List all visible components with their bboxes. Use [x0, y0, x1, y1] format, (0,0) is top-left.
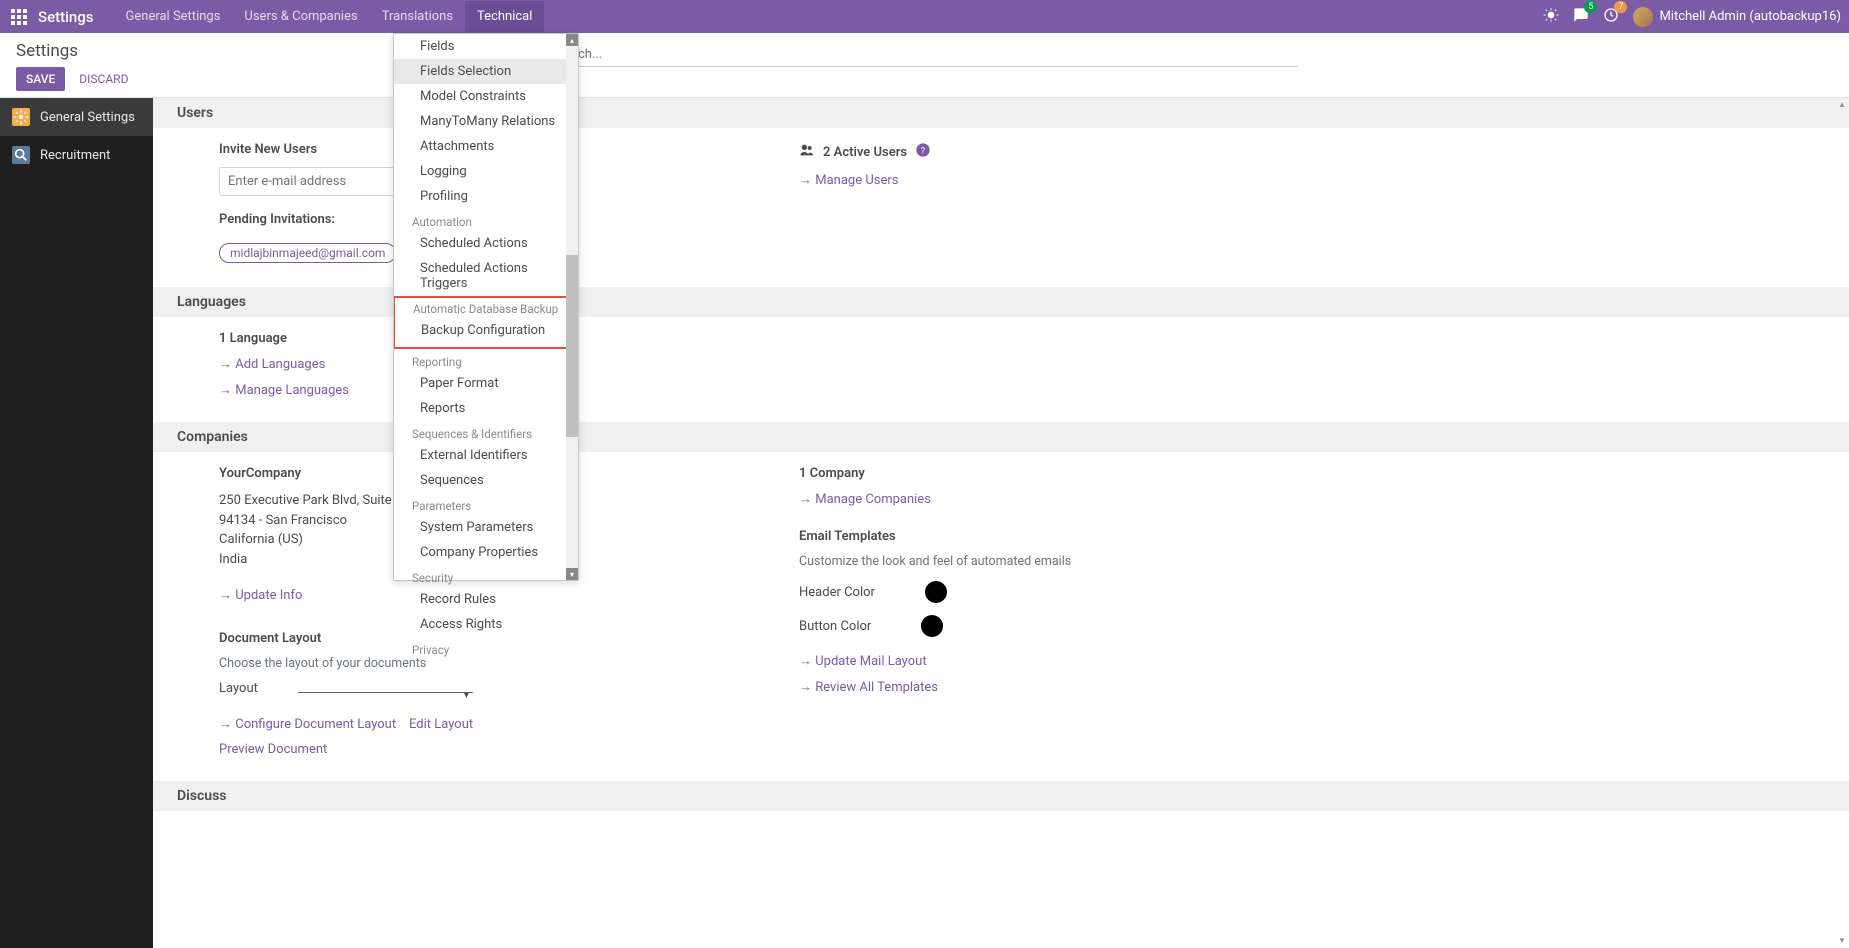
- dropdown-header: Automatic Database Backup: [395, 302, 577, 318]
- caret-down-icon: ▾: [464, 690, 469, 701]
- magnify-icon: [12, 146, 30, 164]
- user-name: Mitchell Admin (autobackup16): [1659, 9, 1841, 24]
- gear-icon: [12, 108, 30, 126]
- pending-email-chip[interactable]: midlajbinmajeed@gmail.com: [219, 243, 396, 263]
- scroll-down-icon[interactable]: ▾: [566, 568, 578, 580]
- active-users-label: 2 Active Users: [823, 145, 907, 160]
- section-discuss-header: Discuss: [153, 781, 1849, 811]
- edit-layout-link[interactable]: Edit Layout: [409, 717, 473, 732]
- dropdown-item[interactable]: ManyToMany Relations: [394, 109, 578, 134]
- dropdown-item[interactable]: Access Rights: [394, 612, 578, 637]
- activities-icon[interactable]: 7: [1603, 7, 1619, 27]
- update-mail-layout-link[interactable]: Update Mail Layout: [799, 654, 927, 669]
- manage-users-link[interactable]: Manage Users: [799, 173, 898, 188]
- page-scroll-up-icon[interactable]: ▴: [1835, 98, 1849, 112]
- app-title[interactable]: Settings: [38, 8, 94, 26]
- nav-users-companies[interactable]: Users & Companies: [232, 1, 369, 32]
- nav-translations[interactable]: Translations: [370, 1, 465, 32]
- sidebar-item-recruitment[interactable]: Recruitment: [0, 136, 153, 174]
- dropdown-item[interactable]: Profiling: [394, 184, 578, 209]
- dropdown-header: Automation: [394, 209, 578, 231]
- dropdown-header: Sequences & Identifiers: [394, 421, 578, 443]
- nav-menu: General Settings Users & Companies Trans…: [114, 1, 545, 32]
- dropdown-item[interactable]: System Parameters: [394, 515, 578, 540]
- save-button[interactable]: SAVE: [16, 67, 65, 91]
- dropdown-item[interactable]: Attachments: [394, 134, 578, 159]
- add-languages-link[interactable]: Add Languages: [219, 357, 325, 372]
- button-color-swatch[interactable]: [921, 615, 943, 637]
- dropdown-header: Parameters: [394, 493, 578, 515]
- avatar: [1633, 7, 1653, 27]
- user-menu[interactable]: Mitchell Admin (autobackup16): [1633, 7, 1841, 27]
- layout-select[interactable]: ▾: [298, 684, 473, 693]
- email-templates-sub: Customize the look and feel of automated…: [799, 554, 1179, 569]
- scrollbar-thumb[interactable]: [566, 255, 578, 438]
- dropdown-item[interactable]: Backup Configuration: [395, 318, 577, 343]
- nav-general-settings[interactable]: General Settings: [114, 1, 233, 32]
- help-icon[interactable]: ?: [915, 142, 931, 162]
- messages-badge: 5: [1584, 1, 1597, 13]
- dropdown-header: Privacy: [394, 637, 578, 659]
- header-color-label: Header Color: [799, 585, 875, 600]
- dropdown-item[interactable]: Logging: [394, 159, 578, 184]
- sidebar-item-label: General Settings: [40, 110, 135, 125]
- dropdown-item[interactable]: Fields Selection: [394, 59, 578, 84]
- highlighted-section: Automatic Database BackupBackup Configur…: [394, 296, 578, 349]
- bug-icon[interactable]: [1543, 7, 1559, 27]
- review-templates-link[interactable]: Review All Templates: [799, 680, 938, 695]
- sub-header: Settings SAVE DISCARD: [0, 33, 1849, 98]
- dropdown-item[interactable]: Scheduled Actions Triggers: [394, 256, 578, 296]
- activities-badge: 7: [1614, 1, 1627, 13]
- email-templates-label: Email Templates: [799, 529, 1179, 544]
- apps-icon[interactable]: [8, 6, 30, 28]
- dropdown-item[interactable]: Model Constraints: [394, 84, 578, 109]
- users-icon: [799, 142, 815, 162]
- messages-icon[interactable]: 5: [1573, 7, 1589, 27]
- dropdown-header: Reporting: [394, 349, 578, 371]
- dropdown-item[interactable]: Sequences: [394, 468, 578, 493]
- svg-text:?: ?: [921, 145, 926, 156]
- update-info-link[interactable]: Update Info: [219, 588, 302, 603]
- scrollbar-track[interactable]: [566, 46, 578, 568]
- top-nav: Settings General Settings Users & Compan…: [0, 0, 1849, 33]
- scroll-up-icon[interactable]: ▴: [566, 34, 578, 46]
- page-scroll-down-icon[interactable]: ▾: [1835, 934, 1849, 948]
- layout-label: Layout: [219, 681, 258, 696]
- header-color-swatch[interactable]: [925, 581, 947, 603]
- dropdown-item[interactable]: Company Properties: [394, 540, 578, 565]
- preview-document-link[interactable]: Preview Document: [219, 742, 327, 757]
- page-scrollbar[interactable]: ▴ ▾: [1835, 98, 1849, 948]
- manage-companies-link[interactable]: Manage Companies: [799, 492, 931, 507]
- dropdown-item[interactable]: Reports: [394, 396, 578, 421]
- dropdown-item[interactable]: Record Rules: [394, 587, 578, 612]
- dropdown-item[interactable]: Paper Format: [394, 371, 578, 396]
- dropdown-item[interactable]: External Identifiers: [394, 443, 578, 468]
- dropdown-header: Security: [394, 565, 578, 587]
- nav-technical[interactable]: Technical: [465, 1, 544, 32]
- dropdown-item[interactable]: Scheduled Actions: [394, 231, 578, 256]
- search-bar[interactable]: [552, 43, 1297, 67]
- sidebar: General Settings Recruitment: [0, 98, 153, 948]
- company-count: 1 Company: [799, 466, 1179, 481]
- technical-dropdown: ▴ FieldsFields SelectionModel Constraint…: [393, 33, 579, 581]
- configure-layout-link[interactable]: Configure Document Layout: [219, 717, 396, 732]
- button-color-label: Button Color: [799, 619, 871, 634]
- search-input[interactable]: [552, 47, 1297, 62]
- sidebar-item-general-settings[interactable]: General Settings: [0, 98, 153, 136]
- sidebar-item-label: Recruitment: [40, 148, 110, 163]
- dropdown-item[interactable]: Fields: [394, 34, 578, 59]
- discard-button[interactable]: DISCARD: [69, 67, 138, 91]
- nav-right: 5 7 Mitchell Admin (autobackup16): [1543, 7, 1841, 27]
- manage-languages-link[interactable]: Manage Languages: [219, 383, 349, 398]
